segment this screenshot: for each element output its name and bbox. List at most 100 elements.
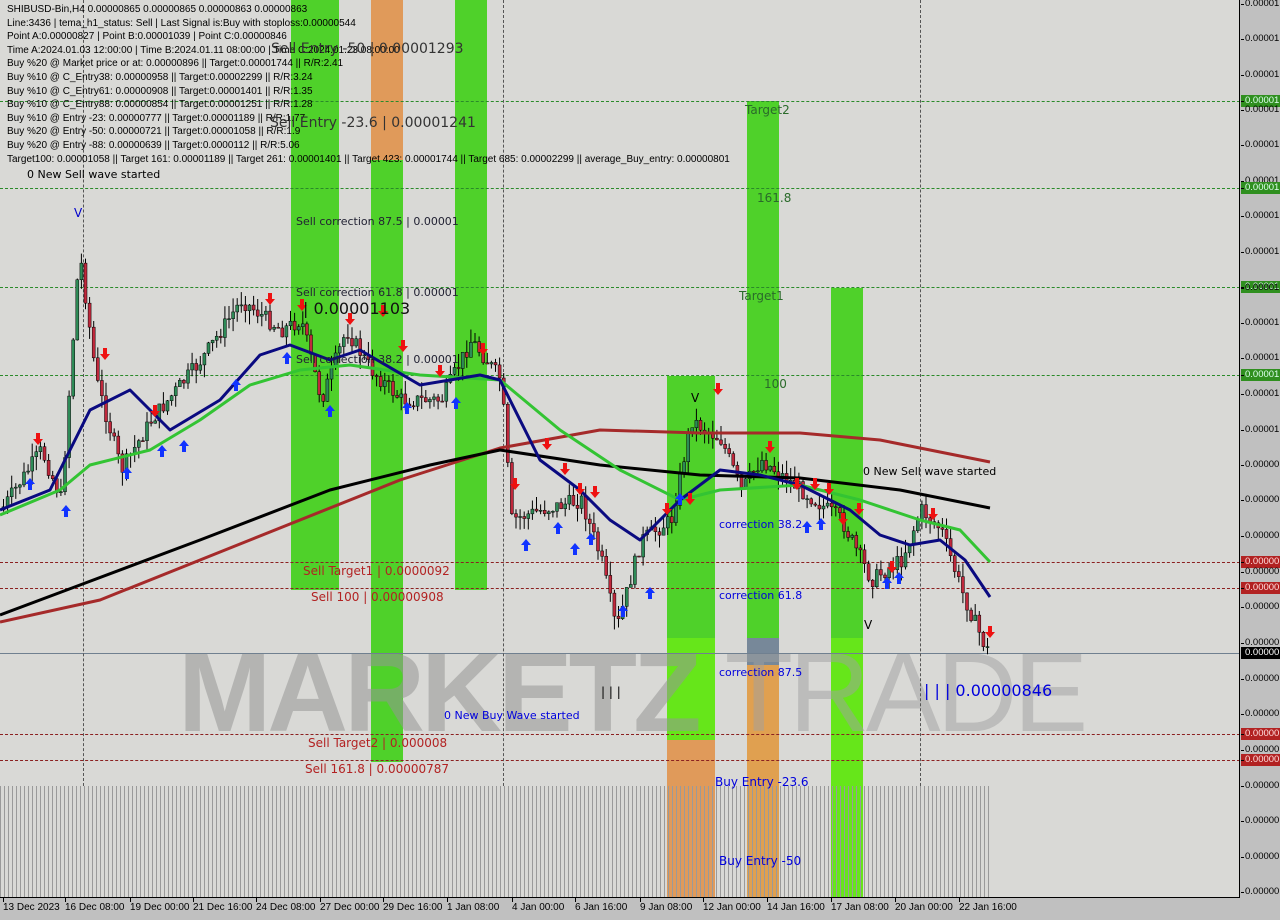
buy-arrow-icon: [553, 522, 563, 534]
buy-arrow-icon: [816, 518, 826, 530]
label-target2: Target2: [745, 103, 790, 117]
candle-body: [428, 399, 432, 403]
label-sell-target1: Sell Target1 | 0.0000092: [303, 564, 450, 578]
label-sell-corr-382: Sell correction 38.2 | 0.00001: [296, 353, 459, 366]
candle-body: [296, 326, 301, 331]
candle-body: [59, 491, 63, 494]
candle-body: [354, 338, 358, 347]
candle-body: [112, 432, 116, 437]
candle-body: [846, 531, 850, 538]
info-line: Target100: 0.00001058 || Target 161: 0.0…: [7, 153, 730, 165]
label-sell-entry-50: Sell Entry -50 | 0.00001293: [271, 41, 464, 57]
candle-body: [292, 320, 297, 331]
candle-body: [395, 395, 399, 398]
candle-body: [432, 396, 436, 400]
buy-arrow-icon: [325, 405, 335, 417]
candle-body: [247, 304, 252, 312]
candle-body: [456, 367, 461, 369]
candle-body: [965, 592, 969, 611]
candle-body: [374, 375, 379, 377]
candle-body: [387, 380, 391, 382]
candle-body: [879, 569, 883, 576]
price-axis[interactable]: 0.00001 0.00001 0.00001 0.00001 0.00001 0.000…: [1241, 0, 1280, 898]
ma-red-line: [0, 428, 991, 624]
candle-body: [588, 518, 592, 524]
price-tick: 0.00001: [1241, 352, 1280, 364]
candle-body: [637, 555, 641, 558]
time-tick: 22 Jan 16:00: [959, 898, 1017, 913]
price-tick: 0.00000: [1241, 708, 1280, 720]
candle-body: [214, 335, 219, 341]
candle-body: [829, 502, 834, 508]
buy-arrow-icon: [882, 577, 892, 589]
label-sell-1618: Sell 161.8 | 0.00000787: [305, 762, 450, 776]
candle-body: [530, 508, 535, 515]
candle-body: [575, 504, 580, 509]
price-chart[interactable]: MARKETZ TRADE SHIBUSD-Bin,H4 0.00000865 …: [0, 0, 1240, 898]
price-tick: 0.00001: [1241, 282, 1280, 294]
label-sell-target2: Sell Target2 | 0.000008: [308, 736, 448, 750]
candle-body: [624, 587, 629, 607]
candle-body: [182, 379, 186, 384]
candle-body: [834, 506, 838, 509]
label-buy-entry-236: Buy Entry -23.6: [715, 775, 809, 789]
candle-body: [276, 327, 280, 329]
info-line: Buy %20 @ Entry -88: 0.00000639 || Targe…: [7, 139, 300, 151]
sell-arrow-icon: [560, 463, 570, 475]
candle-body: [301, 323, 305, 327]
candle-body: [350, 338, 354, 347]
candle-body: [813, 503, 818, 506]
candle-body: [9, 487, 14, 498]
candle-body: [268, 310, 272, 330]
info-line: Line:3436 | tema_h1_status: Sell | Last …: [7, 17, 356, 29]
candle-body: [231, 311, 235, 319]
candle-body: [596, 531, 600, 552]
time-tick: 24 Dec 08:00: [256, 898, 316, 913]
label-corr-382: correction 38.2: [719, 518, 803, 531]
price-tick: 0.00000: [1241, 459, 1280, 471]
label-target1: Target1: [739, 289, 784, 303]
candle-body: [924, 504, 928, 519]
candle-body: [391, 381, 395, 396]
candle-body: [419, 395, 424, 398]
candle-body: [563, 503, 567, 509]
label-v: V: [74, 206, 83, 220]
time-tick: 12 Jan 00:00: [703, 898, 761, 913]
buy-arrow-icon: [586, 533, 596, 545]
candle-body: [46, 459, 51, 476]
time-tick: 19 Dec 00:00: [130, 898, 190, 913]
candle-body: [559, 502, 563, 509]
candle-body: [469, 342, 473, 358]
time-axis[interactable]: 13 Dec 2023 16 Dec 08:00 19 Dec 00:00 21 De…: [0, 898, 1240, 920]
candle-body: [538, 509, 543, 512]
candle-body: [981, 631, 986, 647]
candle-body: [817, 504, 822, 510]
candle-body: [38, 446, 43, 452]
label-point-c: | | | 0.00000846: [924, 681, 1053, 700]
price-tick: 0.00000: [1241, 673, 1280, 685]
price-tick: 0.00000: [1241, 780, 1280, 792]
candle-body: [510, 462, 514, 514]
candle-body: [280, 327, 285, 338]
time-tick: 27 Dec 00:00: [320, 898, 380, 913]
candle-body: [661, 527, 666, 536]
candle-body: [436, 396, 440, 402]
price-tick: 0.00001: [1241, 424, 1280, 436]
info-line: Buy %10 @ C_Entry38: 0.00000958 || Targe…: [7, 71, 313, 83]
candle-body: [305, 323, 309, 336]
candle-body: [444, 382, 449, 402]
candle-body: [91, 326, 96, 359]
candle-body: [825, 502, 830, 507]
candle-body: [145, 421, 149, 441]
info-line: Buy %10 @ C_Entry88: 0.00000854 || Targe…: [7, 99, 313, 111]
candle-body: [719, 439, 723, 445]
candle-body: [96, 357, 100, 381]
buy-arrow-icon: [402, 402, 412, 414]
candle-body: [899, 556, 904, 568]
price-tick: 0.00000: [1241, 582, 1280, 594]
label-sell-corr-618: Sell correction 61.8 | 0.00001: [296, 286, 459, 299]
candle-body: [153, 420, 157, 424]
candle-body: [194, 363, 198, 371]
candle-body: [551, 511, 555, 513]
price-tick: 0.00000: [1241, 728, 1280, 740]
